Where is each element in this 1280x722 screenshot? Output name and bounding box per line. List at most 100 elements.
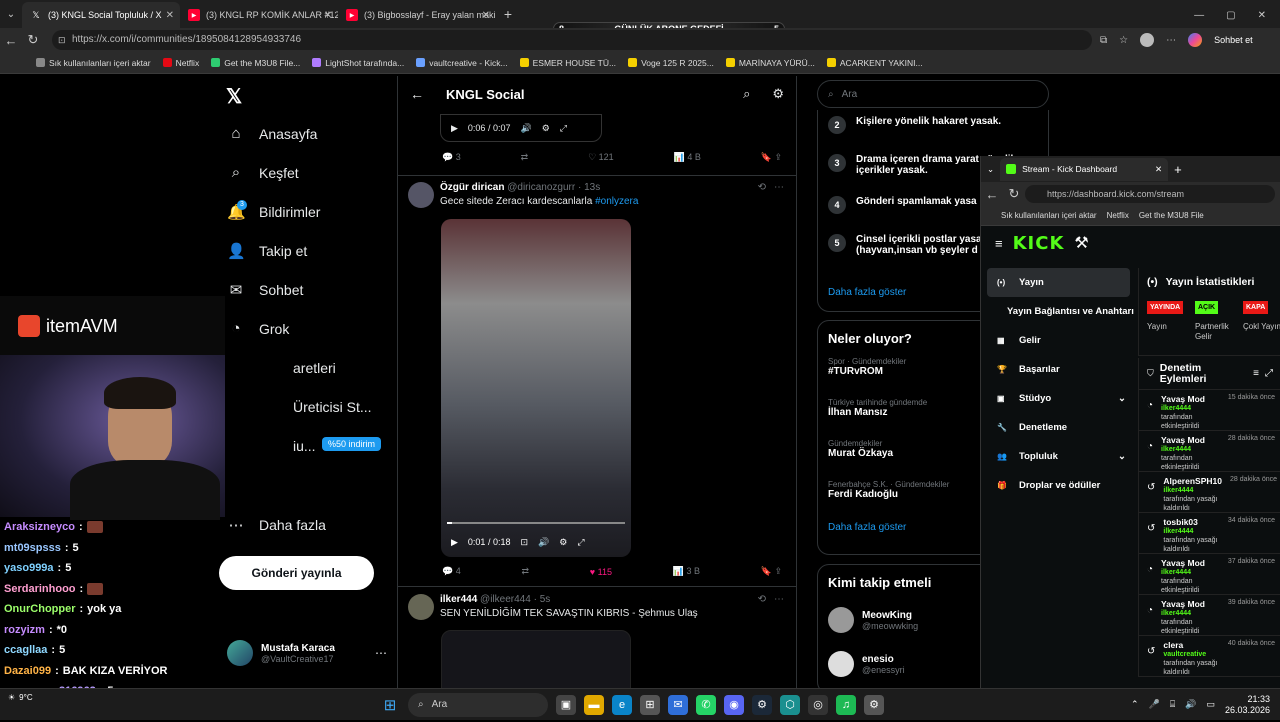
avatar[interactable] bbox=[408, 594, 434, 620]
kick-menu-item-6[interactable]: 👥Topluluk⌄ bbox=[981, 442, 1136, 471]
refresh-icon[interactable]: ↻ bbox=[22, 32, 44, 48]
url-field[interactable]: ⊡https://x.com/i/communities/18950841289… bbox=[52, 30, 1092, 50]
hamburger-icon[interactable]: ≡ bbox=[995, 236, 1003, 251]
tab-list-icon[interactable]: ⌄ bbox=[987, 164, 994, 175]
post-time[interactable]: 5s bbox=[540, 594, 551, 605]
back-icon[interactable]: ← bbox=[981, 187, 1003, 202]
app-icon[interactable]: ⬡ bbox=[780, 695, 800, 715]
file-explorer-icon[interactable]: ▬ bbox=[584, 695, 604, 715]
like-button[interactable]: ♥ 115 bbox=[590, 567, 612, 577]
clock[interactable]: 21:3326.03.2026 bbox=[1225, 694, 1270, 716]
mic-icon[interactable]: 🎤 bbox=[1149, 699, 1160, 710]
weather-icon[interactable]: ☀ bbox=[8, 693, 15, 702]
search-icon[interactable]: ⌕ bbox=[743, 86, 750, 102]
avatar[interactable] bbox=[1140, 33, 1154, 47]
more-icon[interactable]: ⋯ bbox=[774, 594, 784, 605]
chevron-down-icon[interactable]: ⌄ bbox=[1118, 451, 1136, 462]
grok-icon[interactable]: ⟲ bbox=[758, 182, 766, 193]
sidebar-item-9[interactable]: ⋯Daha fazla bbox=[219, 505, 399, 544]
new-tab-button[interactable]: + bbox=[496, 2, 520, 28]
back-icon[interactable]: ← bbox=[0, 33, 22, 48]
moderator-name[interactable]: ilker4444 bbox=[1161, 446, 1191, 453]
reply-button[interactable]: 💬 4 bbox=[442, 566, 461, 577]
volume-icon[interactable]: 🔊 bbox=[1185, 699, 1196, 710]
mod-action-item[interactable]: ◔Yavaş Modilker4444 tarafından etkinleşt… bbox=[1139, 431, 1280, 472]
settings-icon[interactable]: ⚙ bbox=[542, 123, 550, 134]
bookmark-item[interactable]: Netflix bbox=[1107, 211, 1129, 220]
account-switcher[interactable]: Mustafa Karaca @VaultCreative17 ⋯ bbox=[227, 640, 387, 666]
play-icon[interactable]: ▶ bbox=[451, 123, 458, 134]
fullscreen-icon[interactable]: ⤢ bbox=[577, 537, 584, 548]
post[interactable]: ilker444 @ilkeer444 · 5s ⟲ ⋯ SEN YENİLDİ… bbox=[408, 594, 788, 619]
post-button[interactable]: Gönderi yayınla bbox=[219, 556, 374, 590]
post[interactable]: Özgür dirican @diricanozgurr · 13s ⟲ ⋯ G… bbox=[408, 182, 788, 207]
retweet-button[interactable]: ⇄ bbox=[521, 566, 529, 577]
extensions-icon[interactable]: ⧉ bbox=[1100, 35, 1107, 46]
bookmark-item[interactable]: Sık kullanılanları içeri aktar bbox=[1001, 211, 1097, 220]
copilot-icon[interactable] bbox=[1188, 33, 1202, 47]
play-icon[interactable]: ▶ bbox=[451, 537, 458, 548]
volume-icon[interactable]: 🔊 bbox=[520, 123, 531, 134]
tab-youtube-2[interactable]: ▶ (3) Bigbosslayf - Eray yalan makine ✕ bbox=[338, 2, 496, 28]
author-name[interactable]: Özgür dirican bbox=[440, 182, 504, 193]
moderator-name[interactable]: ilker4444 bbox=[1163, 528, 1193, 535]
windows-start-icon[interactable]: ⊞ bbox=[380, 695, 400, 715]
bookmark-button[interactable]: 🔖 ⇪ bbox=[761, 152, 782, 163]
sidebar-item-2[interactable]: 🔔Bildirimler bbox=[219, 192, 399, 231]
post-video[interactable]: ▶ 0:01 / 0:18 ⊡ 🔊 ⚙ ⤢ bbox=[441, 219, 631, 557]
views-count[interactable]: 📊 4 B bbox=[674, 152, 701, 163]
taskbar-search[interactable]: ⌕Ara bbox=[408, 693, 548, 717]
settings-gear-icon[interactable]: ⚙ bbox=[772, 86, 784, 102]
obs-icon[interactable]: ◎ bbox=[808, 695, 828, 715]
video-progress-bar[interactable] bbox=[447, 522, 625, 524]
sidebar-item-1[interactable]: ⌕Keşfet bbox=[219, 153, 399, 192]
kick-menu-item-3[interactable]: 🏆Başarılar bbox=[981, 355, 1136, 384]
mod-action-item[interactable]: ↺cleravaultcreative tarafından yasağı ka… bbox=[1139, 636, 1280, 677]
minimize-icon[interactable]: — bbox=[1194, 10, 1204, 21]
author-handle[interactable]: @ilkeer444 bbox=[480, 594, 531, 605]
search-input[interactable]: ⌕Ara bbox=[817, 80, 1049, 108]
discord-icon[interactable]: ◉ bbox=[724, 695, 744, 715]
popout-icon[interactable]: ⤢ bbox=[1265, 368, 1273, 379]
battery-icon[interactable]: ▭ bbox=[1206, 699, 1215, 710]
sidebar-item-6[interactable]: 🔖aretleri bbox=[219, 348, 399, 387]
moderator-name[interactable]: ilker4444 bbox=[1161, 405, 1191, 412]
bookmark-item[interactable]: vaultcreative - Kick... bbox=[416, 58, 507, 68]
bookmark-item[interactable]: Get the M3U8 File... bbox=[211, 58, 300, 68]
post-time[interactable]: 13s bbox=[584, 182, 600, 193]
bookmark-button[interactable]: 🔖 ⇪ bbox=[761, 566, 782, 577]
mod-action-item[interactable]: ◔Yavaş Modilker4444 tarafından etkinleşt… bbox=[1139, 595, 1280, 636]
like-button[interactable]: ♡ 121 bbox=[588, 152, 614, 163]
author-handle[interactable]: @diricanozgurr bbox=[507, 182, 575, 193]
close-tab-icon[interactable]: ✕ bbox=[1155, 164, 1162, 175]
bookmark-item[interactable]: Voge 125 R 2025... bbox=[628, 58, 714, 68]
bookmark-item[interactable]: Netflix bbox=[163, 58, 200, 68]
back-arrow-icon[interactable]: ← bbox=[410, 86, 424, 102]
kick-menu-item-4[interactable]: ▣Stüdyo⌄ bbox=[981, 384, 1136, 413]
sidebar-item-5[interactable]: ◔Grok bbox=[219, 309, 399, 348]
more-icon[interactable]: ⋯ bbox=[375, 646, 387, 660]
site-info-icon[interactable]: ⊡ bbox=[58, 30, 66, 50]
edge-icon[interactable]: e bbox=[612, 695, 632, 715]
mod-action-item[interactable]: ◔Yavaş Modilker4444 tarafından etkinleşt… bbox=[1139, 390, 1280, 431]
settings-icon[interactable]: ⚙ bbox=[559, 537, 567, 548]
captions-icon[interactable]: ⊡ bbox=[520, 537, 528, 548]
refresh-icon[interactable]: ↻ bbox=[1003, 186, 1025, 202]
favorites-icon[interactable]: ☆ bbox=[1119, 35, 1128, 46]
kick-menu-item-5[interactable]: 🔧Denetleme bbox=[981, 413, 1136, 442]
pin-icon[interactable]: ⚒ bbox=[1074, 233, 1088, 253]
bookmark-item[interactable]: Sık kullanılanları içeri aktar bbox=[36, 58, 151, 68]
tray-chevron-icon[interactable]: ⌃ bbox=[1131, 699, 1139, 710]
reply-button[interactable]: 💬 3 bbox=[442, 152, 461, 163]
volume-icon[interactable]: 🔊 bbox=[538, 537, 549, 548]
kick-menu-item-7[interactable]: 🎁Droplar ve ödüller bbox=[981, 471, 1136, 500]
moderator-name[interactable]: ilker4444 bbox=[1161, 610, 1191, 617]
close-window-icon[interactable]: ✕ bbox=[1258, 10, 1266, 21]
sidebar-item-4[interactable]: ✉Sohbet bbox=[219, 270, 399, 309]
chevron-down-icon[interactable]: ⌄ bbox=[1118, 393, 1136, 404]
video-controls[interactable]: ▶ 0:01 / 0:18 ⊡ 🔊 ⚙ ⤢ bbox=[441, 527, 631, 557]
new-tab-button[interactable]: + bbox=[1174, 162, 1182, 177]
mod-action-item[interactable]: ↺tosbik03ilker4444 tarafından yasağı kal… bbox=[1139, 513, 1280, 554]
sidebar-item-3[interactable]: 👤Takip et bbox=[219, 231, 399, 270]
kick-menu-item-0[interactable]: (•)Yayın bbox=[987, 268, 1130, 297]
